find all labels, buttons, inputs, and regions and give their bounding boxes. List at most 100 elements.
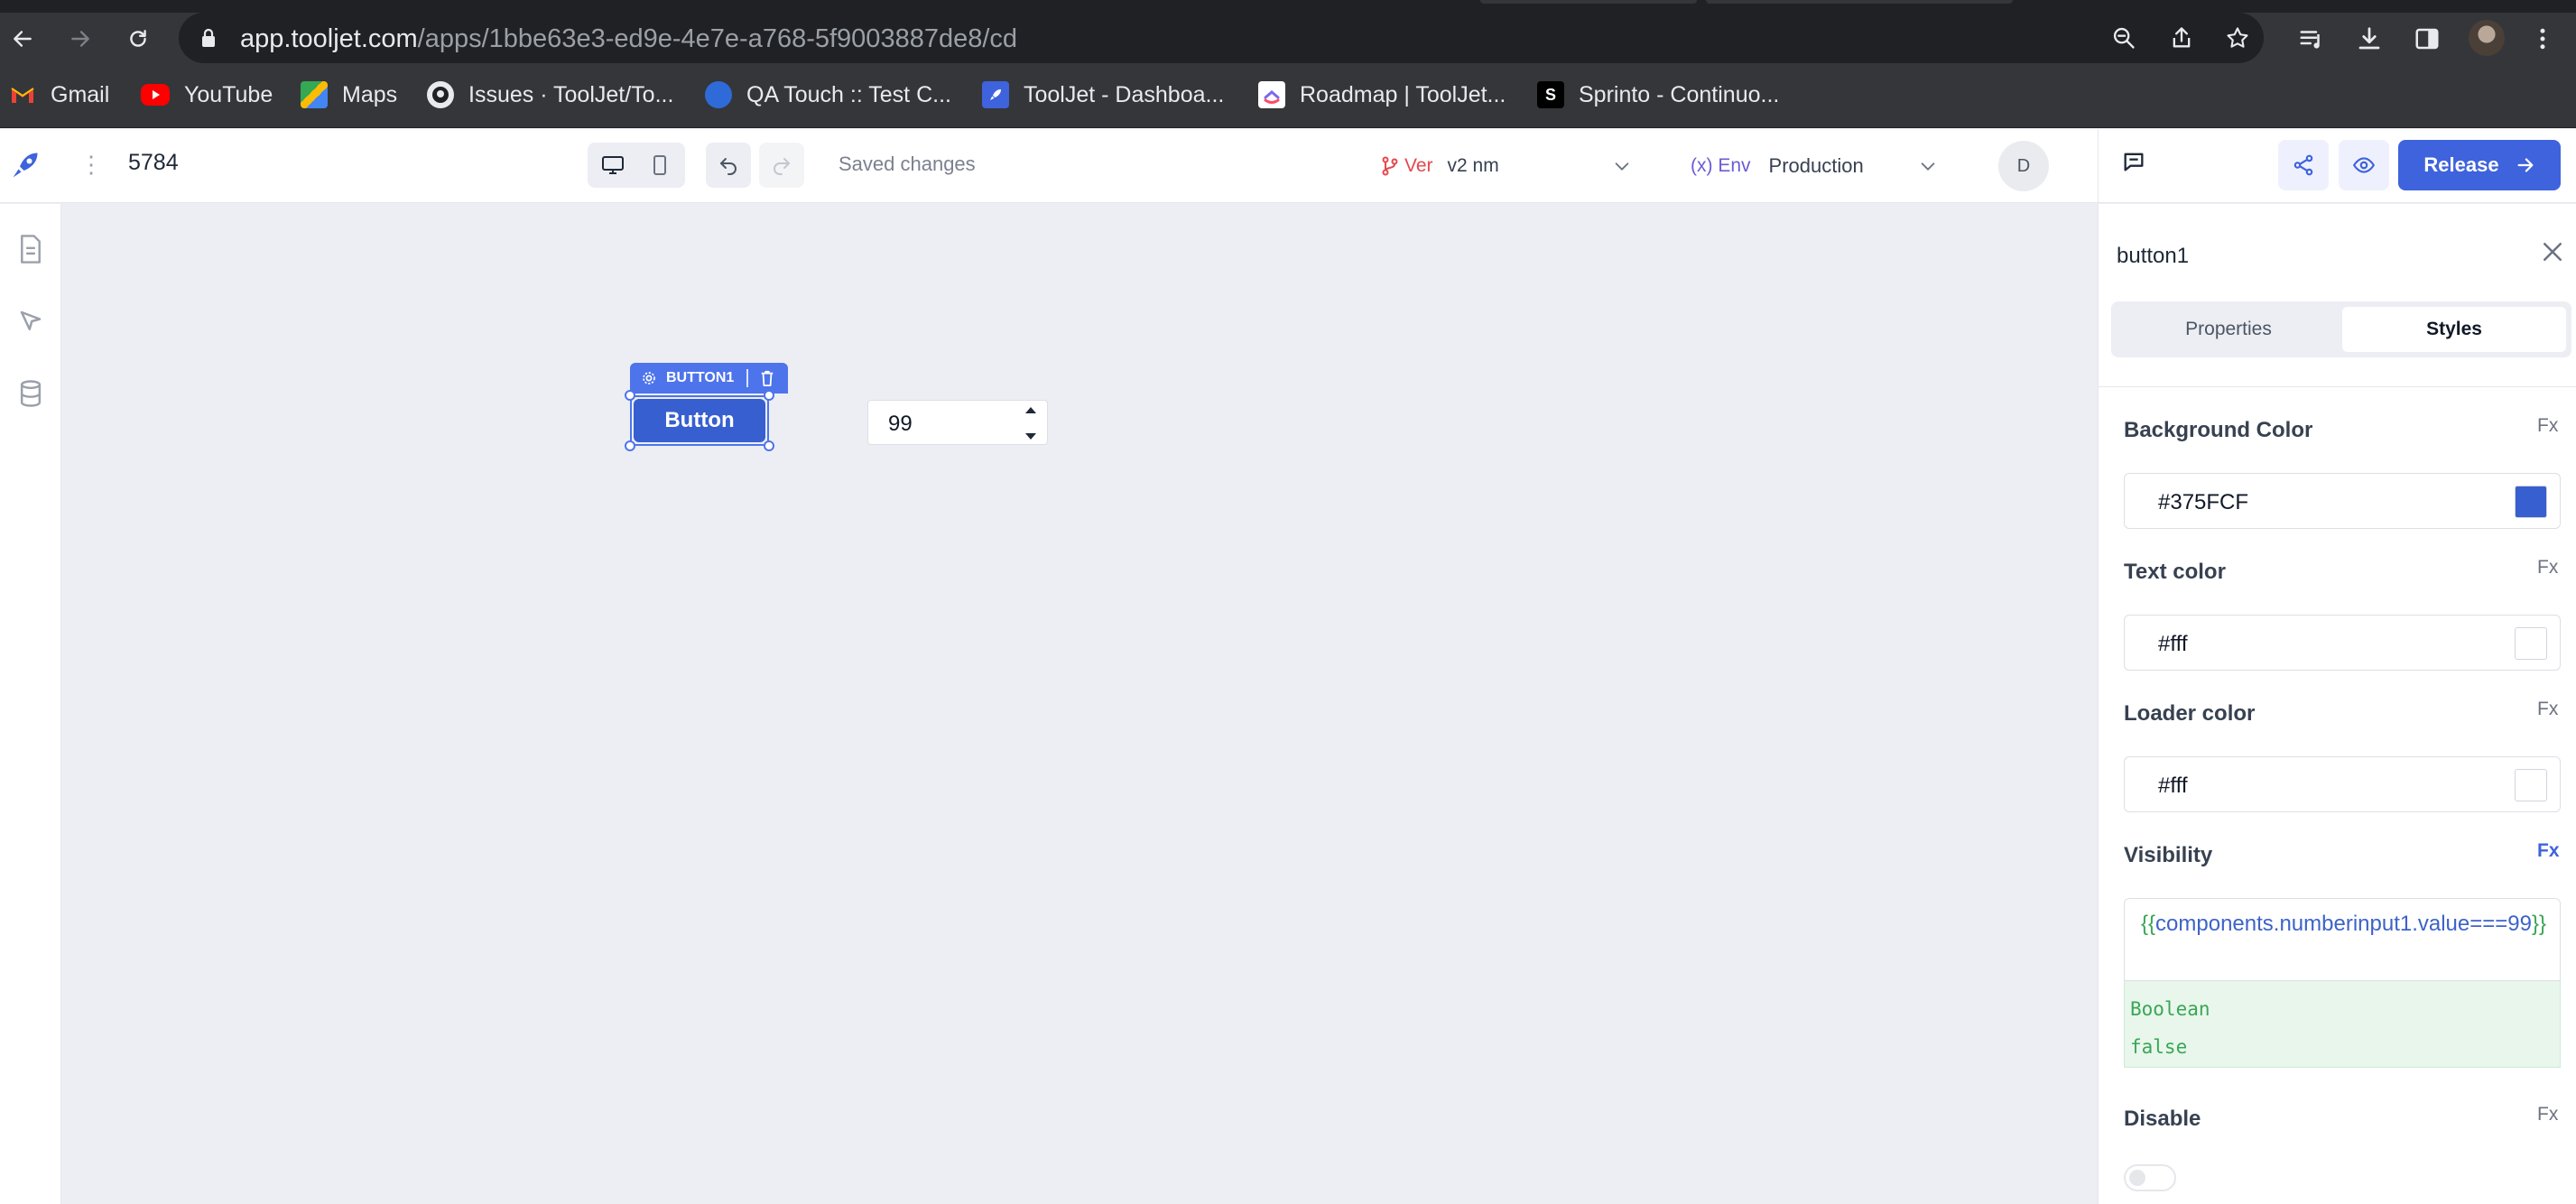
visibility-label: Visibility: [2124, 843, 2213, 867]
resize-handle[interactable]: [625, 440, 635, 451]
fx-toggle[interactable]: Fx: [2537, 1104, 2558, 1125]
bookmark-qa-touch[interactable]: QA Touch :: Test C...: [705, 79, 951, 111]
tab-properties[interactable]: Properties: [2117, 307, 2340, 352]
resize-handle[interactable]: [625, 390, 635, 401]
youtube-icon: [141, 84, 170, 106]
background-color-value: #375FCF: [2158, 490, 2249, 514]
profile-avatar[interactable]: [2469, 20, 2505, 56]
database-icon: [20, 380, 42, 407]
browser-tab[interactable]: [1706, 0, 2013, 4]
chevron-down-icon: [1921, 162, 1935, 171]
caret-up-icon[interactable]: [1024, 404, 1038, 415]
comment-icon: [2124, 153, 2144, 171]
fx-toggle[interactable]: Fx: [2537, 557, 2558, 579]
comments-button[interactable]: [2121, 149, 2146, 179]
loader-color-label: Loader color: [2124, 701, 2256, 726]
bookmark-roadmap[interactable]: Roadmap | ToolJet...: [1258, 79, 1506, 111]
bookmark-maps[interactable]: Maps: [301, 79, 397, 111]
fx-toggle-active[interactable]: Fx: [2537, 840, 2560, 862]
share-page-icon[interactable]: [2168, 24, 2195, 51]
browser-tab[interactable]: [1480, 0, 1697, 4]
bookmark-github-issues[interactable]: Issues · ToolJet/To...: [427, 79, 673, 111]
brace-open: {{: [2141, 912, 2156, 936]
url-domain: app.tooljet.com: [240, 24, 418, 53]
side-panel-icon[interactable]: [2413, 24, 2442, 53]
text-color-label: Text color: [2124, 560, 2226, 584]
loader-color-value: #fff: [2158, 773, 2188, 798]
fx-toggle[interactable]: Fx: [2537, 415, 2558, 437]
color-swatch[interactable]: [2515, 486, 2547, 518]
release-button[interactable]: Release: [2398, 140, 2561, 190]
numberinput1[interactable]: 99: [867, 400, 1048, 445]
tooljet-logo-icon[interactable]: [9, 149, 42, 186]
cursor-icon: [20, 310, 42, 330]
widget-config-tag[interactable]: BUTTON1: [630, 363, 788, 394]
bookmark-youtube[interactable]: YouTube: [141, 79, 273, 111]
caret-down-icon[interactable]: [1024, 431, 1038, 442]
number-input-value: 99: [888, 412, 913, 436]
version-selector[interactable]: Ver v2 nm: [1381, 147, 1639, 185]
arrow-right-icon: [2517, 158, 2534, 172]
github-icon: [427, 81, 454, 108]
inspector-tabs: Properties Styles: [2111, 301, 2571, 357]
button1[interactable]: Button: [634, 399, 765, 442]
tab-styles[interactable]: Styles: [2342, 307, 2566, 352]
mobile-view-button[interactable]: [639, 147, 681, 183]
text-color-field[interactable]: #fff: [2124, 615, 2561, 671]
undo-button[interactable]: [706, 143, 751, 188]
environment-selector[interactable]: (x) Env Production: [1691, 147, 1947, 185]
forward-button[interactable]: [67, 25, 94, 52]
bookmark-sprinto[interactable]: S Sprinto - Continuo...: [1537, 79, 1779, 111]
browser-menu-icon[interactable]: [2528, 24, 2557, 53]
inspector-button[interactable]: [9, 300, 52, 343]
share-button[interactable]: [2278, 140, 2329, 190]
editor-canvas[interactable]: BUTTON1 Button 99: [62, 204, 2098, 1204]
saved-status: Saved changes: [839, 153, 976, 175]
disable-toggle[interactable]: [2124, 1164, 2176, 1191]
bookmark-star-icon[interactable]: [2224, 24, 2251, 51]
address-bar[interactable]: app.tooljet.com/apps/1bbe63e3-ed9e-4e7e-…: [179, 13, 2264, 63]
visibility-code-editor[interactable]: {{components.numberinput1.value===99}}: [2124, 898, 2561, 981]
media-control-icon[interactable]: [2297, 24, 2326, 53]
loader-color-field[interactable]: #fff: [2124, 756, 2561, 812]
redo-button[interactable]: [759, 143, 804, 188]
release-label: Release: [2423, 153, 2499, 176]
app-name[interactable]: 5784: [128, 150, 179, 176]
background-color-label: Background Color: [2124, 418, 2313, 442]
preview-value: false: [2130, 1036, 2188, 1058]
back-button[interactable]: [9, 25, 36, 52]
tooljet-icon: [982, 81, 1009, 108]
disable-label: Disable: [2124, 1107, 2201, 1131]
text-color-value: #fff: [2158, 632, 2188, 656]
qatouch-icon: [705, 81, 732, 108]
brace-close: }}: [2532, 912, 2547, 936]
number-spinner[interactable]: [1020, 404, 1042, 442]
fx-toggle[interactable]: Fx: [2537, 699, 2558, 720]
close-icon[interactable]: [2539, 238, 2566, 270]
reload-icon: [130, 30, 146, 47]
button-widget[interactable]: Button: [625, 390, 774, 451]
color-swatch[interactable]: [2515, 769, 2547, 801]
resize-handle[interactable]: [764, 440, 774, 451]
pages-button[interactable]: [9, 227, 52, 271]
component-name[interactable]: button1: [2117, 244, 2189, 269]
arrow-left-icon: [14, 31, 32, 47]
resize-handle[interactable]: [764, 390, 774, 401]
reload-button[interactable]: [125, 25, 152, 52]
color-swatch[interactable]: [2515, 627, 2547, 660]
zoom-icon[interactable]: [2110, 24, 2137, 51]
user-avatar[interactable]: D: [1998, 141, 2049, 191]
download-icon[interactable]: [2355, 24, 2384, 53]
bookmark-gmail[interactable]: Gmail: [9, 79, 109, 111]
env-label: (x) Env: [1691, 155, 1751, 176]
desktop-view-button[interactable]: [592, 147, 634, 183]
bookmark-tooljet-dashboard[interactable]: ToolJet - Dashboa...: [982, 79, 1224, 111]
gear-icon[interactable]: [641, 370, 657, 386]
trash-icon[interactable]: [759, 369, 775, 387]
background-color-field[interactable]: #375FCF: [2124, 473, 2561, 529]
preview-button[interactable]: [2339, 140, 2389, 190]
visibility-preview: Boolean false: [2124, 981, 2561, 1068]
redo-icon: [774, 158, 790, 175]
app-menu-icon[interactable]: ⋮: [79, 153, 103, 176]
datasources-button[interactable]: [9, 372, 52, 415]
